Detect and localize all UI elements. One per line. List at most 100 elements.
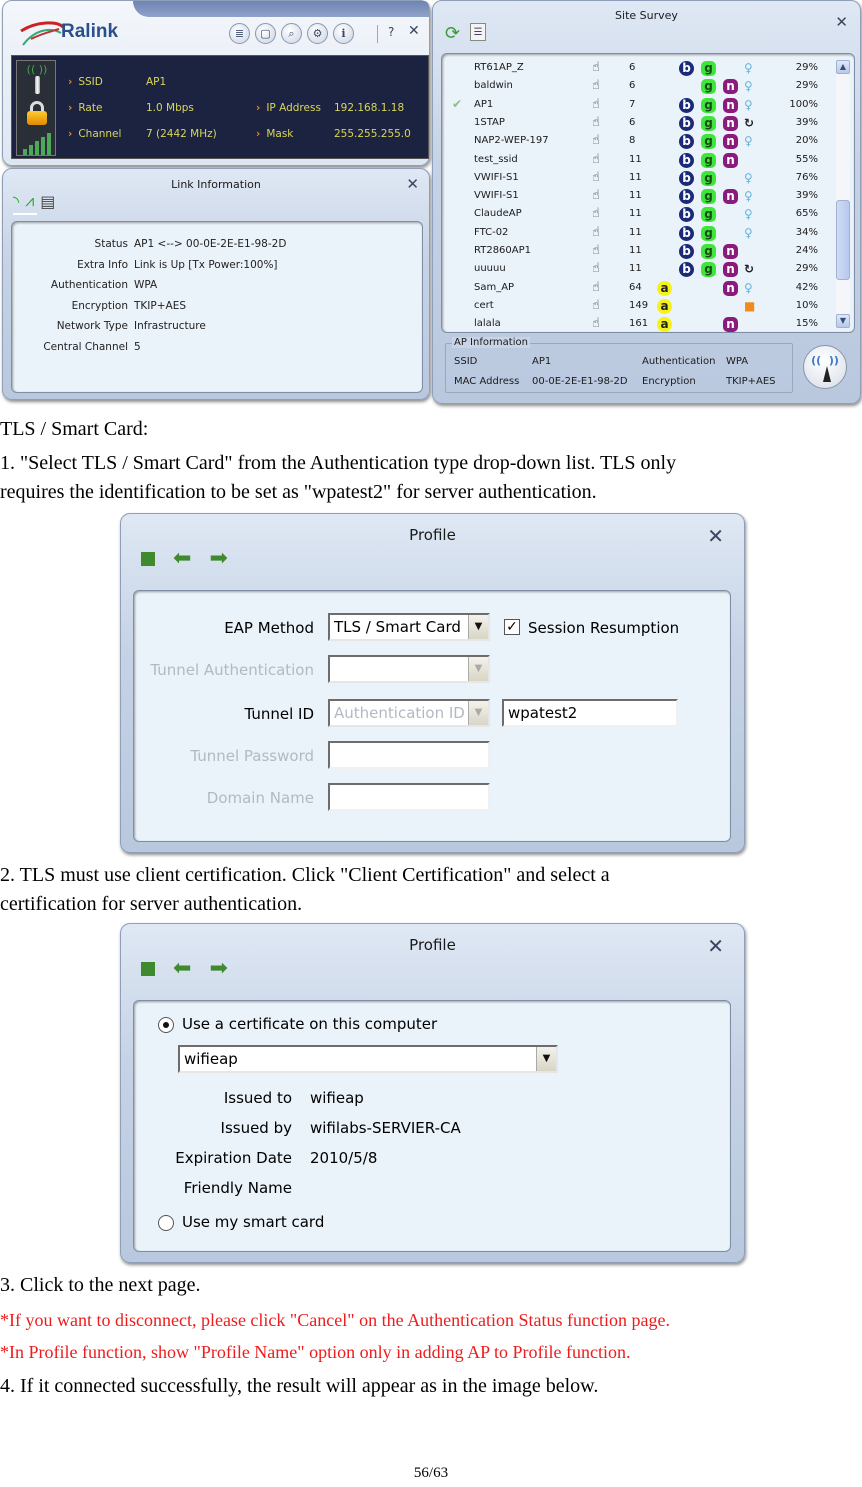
window-title: Link Information [171, 178, 261, 191]
use-smart-card-label[interactable]: Use my smart card [182, 1213, 324, 1231]
network-button[interactable]: ▢ [255, 23, 276, 44]
security-bulb-icon: ♀ [744, 170, 753, 185]
connected-check-icon: ✔ [452, 96, 463, 111]
tunnel-auth-select[interactable]: ▼ [328, 655, 490, 683]
network-row[interactable]: FTC-02 ☝ 11 b g ♀ 34% [442, 225, 832, 243]
forward-arrow-icon[interactable]: ➡ [209, 958, 227, 980]
search-button[interactable]: ⌕ [281, 23, 302, 44]
network-ssid: RT2860AP1 [474, 245, 532, 256]
network-row[interactable]: Sam_AP ☝ 64 a n ♀ 42% [442, 280, 832, 298]
info-button[interactable]: i [333, 23, 354, 44]
mode-b-icon: b [679, 134, 694, 150]
scroll-up-button[interactable]: ▲ [836, 60, 850, 74]
network-row[interactable]: uuuuu ☝ 11 b g n ↻ 29% [442, 261, 832, 279]
infrastructure-icon: ☝ [592, 133, 600, 149]
back-arrow-icon[interactable]: ⬅ [173, 958, 191, 980]
scroll-down-button[interactable]: ▼ [836, 314, 850, 328]
tunnel-id-input[interactable]: wpatest2 [502, 699, 678, 727]
ap-information-group: AP Information SSID AP1 Authentication W… [445, 337, 793, 393]
network-channel: 6 [629, 80, 636, 92]
throughput-tab-icon[interactable]: ⩘ [25, 191, 34, 211]
use-certificate-radio[interactable] [158, 1017, 174, 1033]
status-mask: › Mask 255.255.255.0 [256, 128, 411, 140]
scroll-thumb[interactable] [836, 200, 850, 280]
wps-connect-button[interactable]: (( )) [803, 345, 847, 389]
stop-icon[interactable] [141, 962, 155, 976]
network-row[interactable]: VWIFI-S1 ☝ 11 b g n ♀ 39% [442, 188, 832, 206]
close-button[interactable]: ✕ [707, 934, 724, 958]
mode-g-icon: g [701, 115, 716, 131]
link-status-tab-icon[interactable]: ◝ [13, 192, 19, 211]
rate-value: 1.0 Mbps [146, 102, 194, 114]
tunnel-password-label: Tunnel Password [190, 747, 314, 765]
mode-n-icon: n [723, 280, 738, 296]
mode-a-icon: a [657, 280, 672, 296]
security-bulb-icon: ♀ [744, 280, 753, 295]
network-row[interactable]: cert ☝ 149 a ■ 10% [442, 298, 832, 316]
network-row[interactable]: 1STAP ☝ 6 b g n ↻ 39% [442, 115, 832, 133]
mode-b-icon: b [679, 244, 694, 259]
network-channel: 11 [629, 263, 642, 275]
stop-icon[interactable] [141, 552, 155, 566]
network-row[interactable]: baldwin ☝ 6 g n ♀ 29% [442, 78, 832, 96]
security-bulb-icon: ♀ [744, 97, 753, 112]
profile-certificate-window: Profile ✕ ⬅ ➡ Use a certificate on this … [120, 923, 745, 1263]
network-channel: 161 [629, 318, 649, 330]
mode-b-icon: b [679, 115, 694, 131]
forward-arrow-icon[interactable]: ➡ [209, 548, 227, 570]
tunnel-password-input[interactable] [328, 741, 490, 769]
mode-b-icon: b [679, 225, 694, 241]
close-button[interactable]: ✕ [408, 23, 420, 39]
close-button[interactable]: ✕ [406, 175, 419, 193]
eap-method-select[interactable]: TLS / Smart Card ▼ [328, 613, 490, 641]
chevron-down-icon: ▼ [536, 1047, 556, 1071]
network-row[interactable]: RT2860AP1 ☝ 11 b g n 24% [442, 243, 832, 261]
ap-enc-label: Encryption [642, 376, 696, 387]
network-list: RT61AP_Z ☝ 6 b g ♀ 29% baldwin ☝ 6 g n ♀ 29% ✔ AP1 ☝ 7 b g n… [441, 53, 855, 333]
network-channel: 11 [629, 190, 642, 202]
profile-button[interactable]: ≣ [229, 23, 250, 44]
mode-n-icon: n [723, 134, 738, 150]
close-button[interactable]: ✕ [707, 524, 724, 548]
network-ssid: lalala [474, 318, 501, 330]
network-row[interactable]: VWIFI-S1 ☝ 11 b g ♀ 76% [442, 170, 832, 188]
network-row[interactable]: RT61AP_Z ☝ 6 b g ♀ 29% [442, 60, 832, 78]
statistics-tab-icon[interactable]: ▤ [40, 192, 55, 211]
use-smart-card-radio[interactable] [158, 1215, 174, 1231]
network-row[interactable]: test_ssid ☝ 11 b g n 55% [442, 152, 832, 170]
settings-button[interactable]: ⚙ [307, 23, 328, 44]
session-resumption-label[interactable]: Session Resumption [528, 619, 679, 637]
mode-n-icon: n [723, 79, 738, 95]
page-icon: ▢ [260, 27, 271, 40]
ap-ssid-value: AP1 [532, 356, 552, 367]
network-row[interactable]: NAP2-WEP-197 ☝ 8 b g n ♀ 20% [442, 133, 832, 151]
window-title: Profile [409, 526, 456, 544]
vertical-scrollbar[interactable]: ▲ ▼ [836, 60, 850, 328]
chevron-down-icon: ▼ [468, 701, 488, 725]
infrastructure-icon: ☝ [592, 114, 600, 130]
session-resumption-checkbox[interactable]: ✓ [504, 619, 520, 635]
title-bar[interactable] [133, 1, 429, 17]
back-arrow-icon[interactable]: ⬅ [173, 548, 191, 570]
mode-n-icon: n [723, 244, 738, 259]
network-row[interactable]: lalala ☝ 161 a n 15% [442, 316, 832, 334]
infrastructure-icon: ☝ [592, 224, 600, 240]
use-certificate-label[interactable]: Use a certificate on this computer [182, 1015, 437, 1033]
network-row[interactable]: ClaudeAP ☝ 11 b g ♀ 65% [442, 206, 832, 224]
page-number: 56/63 [413, 1465, 449, 1481]
help-button[interactable]: ? [388, 25, 394, 39]
network-ssid: baldwin [474, 80, 513, 92]
list-view-icon[interactable]: ☰ [470, 23, 487, 41]
bullet-icon: › [68, 128, 73, 140]
tunnel-id-select[interactable]: Authentication ID ▼ [328, 699, 490, 727]
close-button[interactable]: ✕ [835, 13, 848, 31]
mode-g-icon: g [701, 79, 716, 95]
domain-name-input[interactable] [328, 783, 490, 811]
certificate-select[interactable]: wifieap ▼ [178, 1045, 558, 1073]
network-ssid: NAP2-WEP-197 [474, 135, 549, 147]
issued-by-value: wifilabs-SERVIER-CA [310, 1119, 461, 1137]
network-row[interactable]: ✔ AP1 ☝ 7 b g n ♀ 100% [442, 97, 832, 115]
mode-b-icon: b [679, 97, 694, 113]
network-ssid: VWIFI-S1 [474, 190, 519, 202]
refresh-icon[interactable]: ⟳ [445, 23, 460, 44]
